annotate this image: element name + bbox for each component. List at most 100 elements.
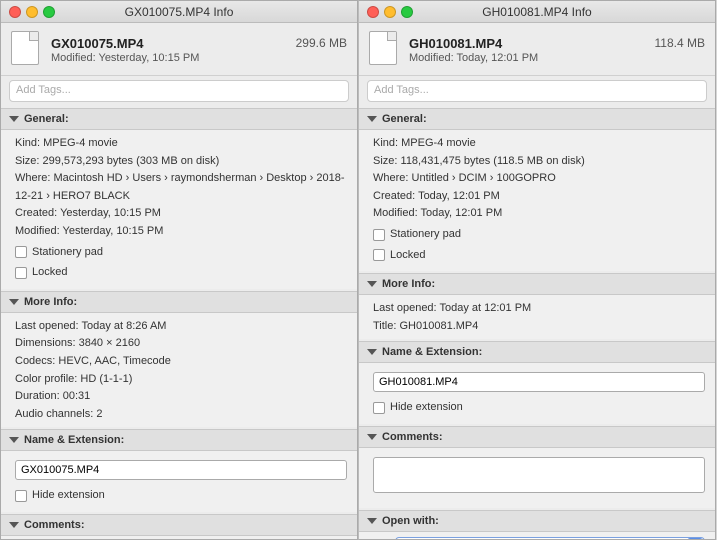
more-info-color-profile-1: Color profile: HD (1-1-1) [15, 371, 347, 389]
locked-label-2: Locked [390, 247, 425, 265]
triangle-icon-name-ext-1 [9, 437, 19, 443]
general-modified-row-1: Modified: Yesterday, 10:15 PM [15, 223, 347, 241]
maximize-button-1[interactable] [43, 6, 55, 18]
hide-ext-label-2: Hide extension [390, 399, 463, 417]
name-ext-section-header-1[interactable]: Name & Extension: [1, 429, 357, 451]
general-where-row-1: Where: Macintosh HD › Users › raymondshe… [15, 170, 347, 205]
file-icon-shape-2 [369, 31, 397, 65]
more-info-last-opened-1: Last opened: Today at 8:26 AM [15, 318, 347, 336]
app-dropdown-2[interactable]: EditReady (default) (2.5.1) [395, 537, 705, 539]
general-created-row-1: Created: Yesterday, 10:15 PM [15, 205, 347, 223]
file-icon-2 [369, 31, 401, 69]
general-content-2: Kind: MPEG-4 movie Size: 118,431,475 byt… [359, 130, 715, 271]
open-with-label-2: Open with: [382, 515, 439, 527]
general-label-1: General: [24, 113, 69, 125]
file-size-2: 118.4 MB [655, 36, 705, 50]
name-input-2[interactable] [373, 372, 705, 392]
stationery-label-1: Stationery pad [32, 244, 103, 262]
minimize-button-1[interactable] [26, 6, 38, 18]
file-info-2: GH010081.MP4 118.4 MB Modified: Today, 1… [409, 36, 705, 64]
close-button-2[interactable] [367, 6, 379, 18]
comments-label-2: Comments: [382, 431, 443, 443]
window-1: GX010075.MP4 Info GX010075.MP4 299.6 MB … [0, 0, 358, 540]
triangle-icon-general-1 [9, 116, 19, 122]
comments-textarea-2[interactable] [373, 457, 705, 493]
open-with-row-2: EditReady (default) (2.5.1) ▼ [373, 537, 705, 539]
general-content-1: Kind: MPEG-4 movie Size: 299,573,293 byt… [1, 130, 357, 289]
file-name-1: GX010075.MP4 [51, 36, 144, 51]
more-info-content-1: Last opened: Today at 8:26 AM Dimensions… [1, 313, 357, 428]
hide-ext-checkbox-2[interactable] [373, 402, 385, 414]
comments-content-2 [359, 448, 715, 508]
more-info-section-header-2[interactable]: More Info: [359, 273, 715, 295]
stationery-checkbox-2[interactable] [373, 229, 385, 241]
file-header-2: GH010081.MP4 118.4 MB Modified: Today, 1… [359, 23, 715, 76]
file-modified-1: Modified: Yesterday, 10:15 PM [51, 52, 347, 64]
more-info-label-2: More Info: [382, 278, 435, 290]
stationery-row-2: Stationery pad [373, 226, 705, 244]
open-with-content-2: EditReady (default) (2.5.1) ▼ [359, 532, 715, 539]
file-icon-1 [11, 31, 43, 69]
title-bar-2: GH010081.MP4 Info [359, 1, 715, 23]
name-ext-label-1: Name & Extension: [24, 434, 124, 446]
hide-ext-checkbox-1[interactable] [15, 490, 27, 502]
more-info-audio-1: Audio channels: 2 [15, 406, 347, 424]
triangle-icon-more-info-1 [9, 299, 19, 305]
hide-ext-row-2: Hide extension [373, 399, 705, 417]
more-info-title-2: Title: GH010081.MP4 [373, 318, 705, 336]
more-info-duration-1: Duration: 00:31 [15, 388, 347, 406]
stationery-row-1: Stationery pad [15, 244, 347, 262]
maximize-button-2[interactable] [401, 6, 413, 18]
triangle-icon-open-with-2 [367, 518, 377, 524]
comments-content-1 [1, 536, 357, 539]
more-info-section-header-1[interactable]: More Info: [1, 291, 357, 313]
stationery-checkbox-1[interactable] [15, 246, 27, 258]
tags-input-2[interactable]: Add Tags... [367, 80, 707, 102]
file-size-1: 299.6 MB [296, 36, 347, 50]
stationery-label-2: Stationery pad [390, 226, 461, 244]
general-size-row-2: Size: 118,431,475 bytes (118.5 MB on dis… [373, 153, 705, 171]
general-kind-row-2: Kind: MPEG-4 movie [373, 135, 705, 153]
name-ext-section-header-2[interactable]: Name & Extension: [359, 341, 715, 363]
file-modified-2: Modified: Today, 12:01 PM [409, 52, 705, 64]
more-info-label-1: More Info: [24, 296, 77, 308]
general-created-row-2: Created: Today, 12:01 PM [373, 188, 705, 206]
file-info-1: GX010075.MP4 299.6 MB Modified: Yesterda… [51, 36, 347, 64]
close-button-1[interactable] [9, 6, 21, 18]
traffic-lights-1 [9, 6, 55, 18]
comments-section-header-1[interactable]: Comments: [1, 514, 357, 536]
tags-input-1[interactable]: Add Tags... [9, 80, 349, 102]
window-title-2: GH010081.MP4 Info [482, 5, 591, 19]
general-section-header-2[interactable]: General: [359, 108, 715, 130]
general-kind-row-1: Kind: MPEG-4 movie [15, 135, 347, 153]
general-size-row-1: Size: 299,573,293 bytes (303 MB on disk) [15, 153, 347, 171]
triangle-icon-general-2 [367, 116, 377, 122]
locked-checkbox-2[interactable] [373, 249, 385, 261]
name-ext-content-2: Hide extension [359, 363, 715, 424]
more-info-last-opened-2: Last opened: Today at 12:01 PM [373, 300, 705, 318]
window-2: GH010081.MP4 Info GH010081.MP4 118.4 MB … [358, 0, 716, 540]
minimize-button-2[interactable] [384, 6, 396, 18]
locked-row-1: Locked [15, 264, 347, 282]
scroll-area-2: General: Kind: MPEG-4 movie Size: 118,43… [359, 106, 715, 539]
more-info-content-2: Last opened: Today at 12:01 PM Title: GH… [359, 295, 715, 339]
title-bar-1: GX010075.MP4 Info [1, 1, 357, 23]
locked-checkbox-1[interactable] [15, 267, 27, 279]
file-header-1: GX010075.MP4 299.6 MB Modified: Yesterda… [1, 23, 357, 76]
triangle-icon-comments-1 [9, 522, 19, 528]
open-with-section-header-2[interactable]: Open with: [359, 510, 715, 532]
name-ext-content-1: Hide extension [1, 451, 357, 512]
general-section-header-1[interactable]: General: [1, 108, 357, 130]
general-modified-row-2: Modified: Today, 12:01 PM [373, 205, 705, 223]
triangle-icon-more-info-2 [367, 281, 377, 287]
general-where-row-2: Where: Untitled › DCIM › 100GOPRO [373, 170, 705, 188]
hide-ext-row-1: Hide extension [15, 487, 347, 505]
file-icon-shape-1 [11, 31, 39, 65]
app-dropdown-wrapper-2: EditReady (default) (2.5.1) ▼ [395, 537, 705, 539]
locked-label-1: Locked [32, 264, 67, 282]
more-info-dimensions-1: Dimensions: 3840 × 2160 [15, 335, 347, 353]
hide-ext-label-1: Hide extension [32, 487, 105, 505]
comments-section-header-2[interactable]: Comments: [359, 426, 715, 448]
name-input-1[interactable] [15, 460, 347, 480]
triangle-icon-name-ext-2 [367, 349, 377, 355]
